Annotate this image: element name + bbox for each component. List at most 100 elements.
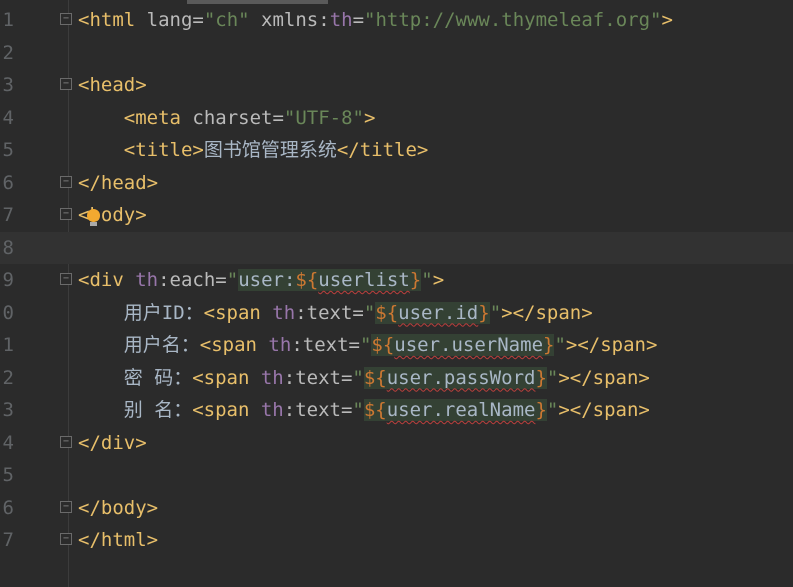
code-line[interactable]: 9 − <div th:each="user:${userlist}"> [0, 264, 793, 297]
code-editor[interactable]: 1− <html lang="ch" xmlns:th="http://www.t… [0, 4, 793, 557]
code-token: ></span> [565, 334, 658, 356]
fold-marker-icon[interactable]: − [60, 175, 72, 188]
fold-marker-icon[interactable]: − [60, 78, 72, 90]
code-text: </head> [78, 167, 158, 200]
code-token: } [478, 301, 490, 324]
code-token: :text= [291, 334, 360, 356]
code-text: <div th:each="user:${userlist}"> [78, 264, 444, 297]
code-line[interactable]: 5 [0, 459, 793, 492]
code-token: :text= [283, 399, 353, 421]
code-line[interactable]: 2 密 码：<span th:text="${user.passWord}"><… [0, 362, 793, 395]
code-token: user.id [398, 301, 479, 324]
line-number: 5 [2, 464, 14, 486]
code-token: = [352, 9, 365, 31]
line-number: 9 [2, 269, 14, 291]
lightbulb-icon[interactable] [87, 209, 100, 226]
code-token: " [363, 301, 376, 324]
code-token: </body> [78, 496, 159, 519]
code-token: user: [238, 269, 296, 291]
code-text: <head> [78, 69, 147, 102]
code-line[interactable]: 6 − </body> [0, 492, 793, 525]
code-line[interactable]: 6 − </head> [0, 167, 793, 200]
code-line[interactable]: 0 用户ID：<span th:text="${user.id}"></span… [0, 297, 793, 330]
code-text: <title>图书馆管理系统</title> [78, 134, 429, 167]
line-number: 4 [2, 431, 14, 454]
code-text: 用户名：<span th:text="${user.userName}"></s… [78, 329, 657, 362]
code-token: 别 名： [123, 399, 193, 421]
code-token: th [272, 301, 296, 324]
fold-marker-icon[interactable]: − [60, 435, 72, 448]
code-line[interactable]: 1 用户名：<span th:text="${user.userName}"><… [0, 329, 793, 362]
code-token: <meta [123, 106, 181, 129]
code-line[interactable]: 7 − </html> [0, 524, 793, 557]
code-token: "http://www.thymeleaf.org" [364, 9, 662, 31]
code-line[interactable]: 5 <title>图书馆管理系统</title> [0, 134, 793, 167]
code-token: user.realName [386, 399, 536, 421]
line-number: 4 [2, 106, 14, 129]
code-token: > [432, 269, 445, 291]
code-line[interactable]: 3 − <head> [0, 69, 793, 102]
line-number: 2 [2, 366, 14, 389]
code-token: </html> [78, 529, 159, 551]
code-token: 用户名： [123, 334, 200, 356]
code-line[interactable]: 4 <meta charset="UTF-8"> [0, 102, 793, 135]
code-token: ${ [375, 301, 399, 324]
code-token: " [352, 366, 364, 389]
code-token: " [352, 399, 364, 421]
line-number: 2 [2, 41, 14, 64]
code-token: " [359, 334, 372, 356]
fold-marker-icon[interactable]: − [60, 500, 72, 513]
code-token: " [421, 269, 433, 291]
line-number: 6 [2, 496, 14, 519]
code-token: 密 码： [123, 366, 193, 389]
line-number: 8 [2, 236, 14, 259]
code-token: <html [78, 9, 136, 31]
code-token: th [268, 334, 292, 356]
fold-marker-icon[interactable]: − [60, 13, 72, 25]
code-text: </div> [78, 427, 147, 460]
code-line[interactable]: 2 [0, 37, 793, 70]
line-number: 1 [2, 9, 14, 31]
code-token: <title> [123, 139, 204, 161]
code-token: ${ [371, 334, 395, 356]
fold-marker-icon[interactable]: − [60, 208, 72, 220]
code-token: xmlns: [249, 9, 330, 31]
code-token: > [661, 9, 673, 31]
code-token: ${ [363, 366, 387, 389]
code-line[interactable]: 7− <body> [0, 199, 793, 232]
code-token: ></span> [501, 301, 593, 324]
code-token: ></span> [558, 399, 650, 421]
code-token: "UTF-8" [283, 106, 364, 129]
line-number: 6 [2, 171, 14, 194]
code-token: user.userName [394, 334, 544, 356]
code-text: <meta charset="UTF-8"> [78, 102, 376, 135]
code-token: </title> [336, 139, 429, 161]
code-token: th [329, 9, 353, 31]
code-token: <span [199, 334, 269, 356]
code-token: } [409, 269, 422, 291]
code-token: ></span> [558, 366, 650, 389]
code-token: " [546, 399, 559, 421]
fold-marker-icon[interactable]: − [60, 273, 72, 285]
fold-marker-icon[interactable]: − [60, 533, 72, 545]
code-token: :each= [158, 269, 227, 291]
code-token: </div> [78, 431, 147, 454]
code-token: user.passWord [386, 366, 536, 389]
code-token: ${ [295, 269, 319, 291]
code-line[interactable]: 3 别 名：<span th:text="${user.realName}"><… [0, 394, 793, 427]
code-text: 用户ID：<span th:text="${user.id}"></span> [78, 297, 593, 330]
code-token: " [226, 269, 239, 291]
code-line[interactable]: 8 [0, 231, 793, 264]
code-line[interactable]: 1 − <html lang="ch" xmlns:th="http://www.t… [0, 4, 793, 37]
code-token: </head> [78, 171, 159, 194]
code-token: > [364, 106, 376, 129]
code-token: :text= [295, 301, 364, 324]
line-number: 3 [2, 399, 14, 421]
code-line[interactable]: 4 − </div> [0, 427, 793, 460]
code-token: " [546, 366, 559, 389]
code-token: charset= [180, 106, 284, 129]
